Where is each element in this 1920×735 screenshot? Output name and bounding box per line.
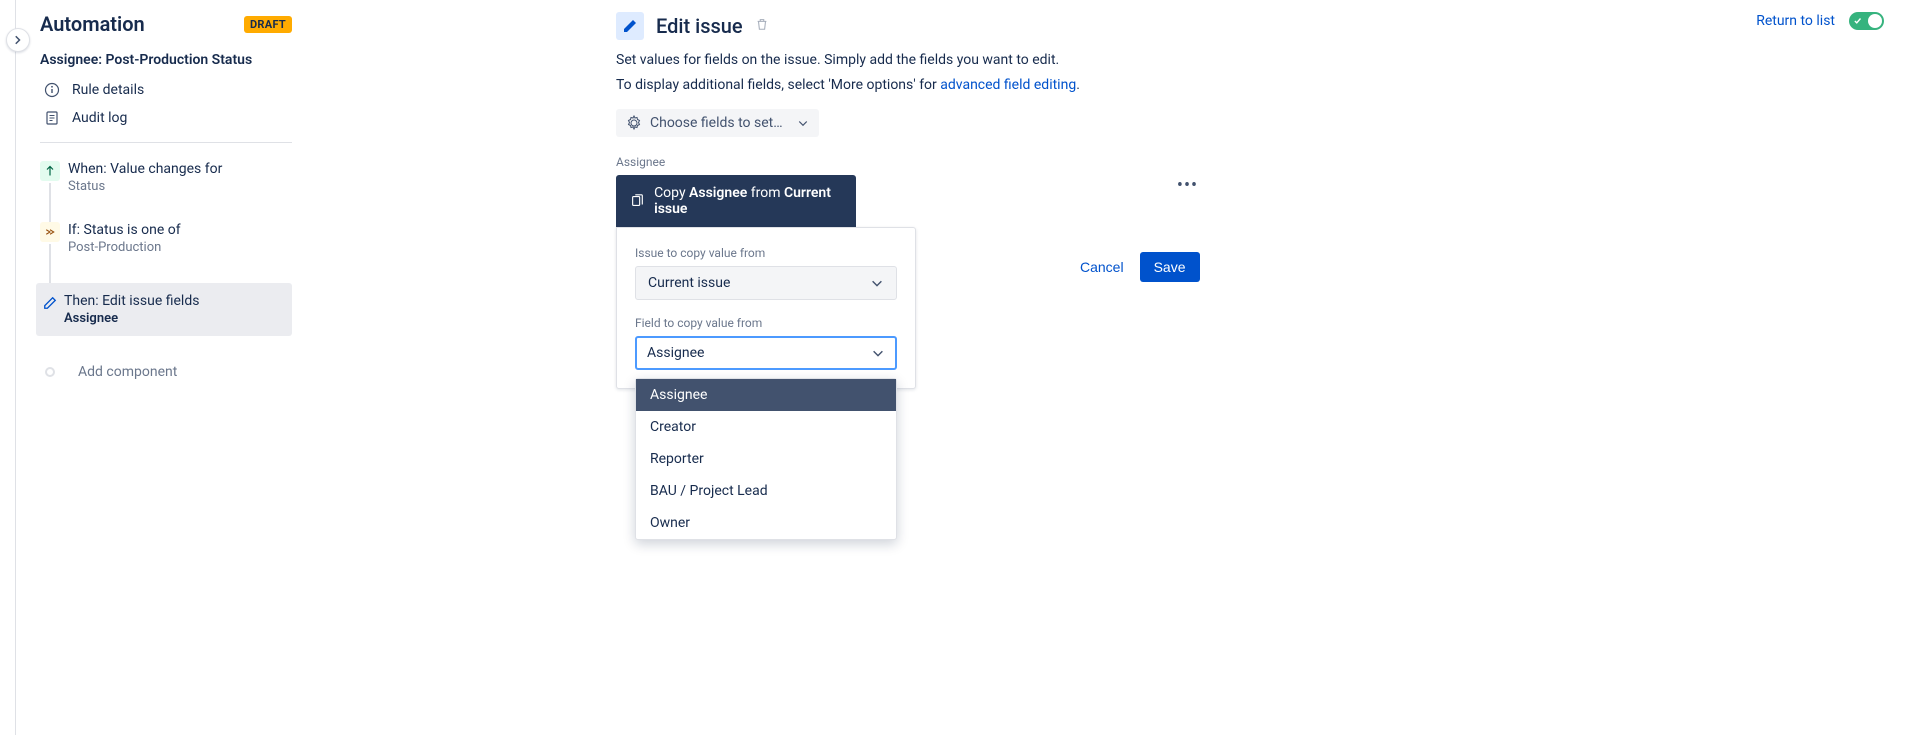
step-label: When: Value changes for (68, 161, 292, 177)
copy-config-card: Issue to copy value from Current issue F… (616, 227, 916, 389)
gear-icon (626, 115, 642, 131)
more-actions-button[interactable]: ••• (1176, 175, 1200, 196)
rule-details-label: Rule details (72, 82, 144, 98)
edit-icon (40, 293, 60, 313)
issue-from-value: Current issue (648, 275, 730, 291)
advanced-field-editing-link[interactable]: advanced field editing (940, 77, 1076, 93)
page-title: Automation (40, 12, 145, 36)
copy-icon (630, 193, 644, 209)
dropdown-option-bau-lead[interactable]: BAU / Project Lead (636, 475, 896, 507)
field-label-assignee: Assignee (616, 155, 1176, 169)
step-label: If: Status is one of (68, 222, 292, 238)
panel-description-2: To display additional fields, select 'Mo… (616, 77, 1176, 93)
chevron-down-icon (871, 346, 885, 360)
check-icon (1853, 16, 1863, 26)
save-button[interactable]: Save (1140, 252, 1200, 282)
rule-name: Assignee: Post-Production Status (40, 52, 292, 68)
add-component-label: Add component (78, 364, 177, 380)
step-sublabel: Status (68, 179, 292, 194)
dropdown-option-reporter[interactable]: Reporter (636, 443, 896, 475)
delete-action-button[interactable] (755, 17, 769, 35)
add-icon (45, 367, 55, 377)
panel-description: Set values for fields on the issue. Simp… (616, 50, 1176, 71)
chevron-down-icon (870, 276, 884, 290)
dropdown-option-assignee[interactable]: Assignee (636, 379, 896, 411)
audit-log-link[interactable]: Audit log (40, 104, 292, 132)
copy-bar-text: Copy Assignee from Current issue (654, 185, 842, 217)
expand-sidebar-button[interactable] (6, 28, 30, 52)
field-from-label: Field to copy value from (635, 316, 897, 330)
choose-fields-label: Choose fields to set… (650, 115, 783, 131)
step-sublabel: Post-Production (68, 240, 292, 255)
info-icon (44, 82, 60, 98)
add-component-button[interactable]: Add component (40, 364, 292, 380)
log-icon (44, 110, 60, 126)
main-content: Return to list Edit issue Set values for… (316, 0, 1920, 735)
rule-step-if[interactable]: If: Status is one of Post-Production (40, 222, 292, 255)
audit-log-label: Audit log (72, 110, 127, 126)
chevron-down-icon (797, 117, 809, 129)
issue-from-select[interactable]: Current issue (635, 266, 897, 300)
field-from-combobox[interactable] (635, 336, 897, 370)
dropdown-option-owner[interactable]: Owner (636, 507, 896, 539)
choose-fields-dropdown[interactable]: Choose fields to set… (616, 109, 819, 137)
cancel-button[interactable]: Cancel (1076, 253, 1128, 281)
rule-enabled-toggle[interactable] (1849, 12, 1884, 30)
collapse-rail (0, 0, 16, 735)
dropdown-option-creator[interactable]: Creator (636, 411, 896, 443)
rule-details-link[interactable]: Rule details (40, 76, 292, 104)
divider (40, 142, 292, 143)
condition-icon (40, 222, 60, 242)
draft-badge: DRAFT (244, 16, 292, 33)
trash-icon (755, 17, 769, 31)
edit-icon (616, 12, 644, 40)
chevron-right-icon (12, 34, 24, 46)
sidebar: Automation DRAFT Assignee: Post-Producti… (16, 0, 316, 735)
rule-step-then-selected[interactable]: Then: Edit issue fields Assignee (36, 283, 292, 336)
field-from-dropdown: Assignee Creator Reporter BAU / Project … (635, 378, 897, 540)
field-from-input[interactable] (647, 345, 871, 361)
panel-title: Edit issue (656, 14, 743, 38)
copy-field-bar[interactable]: Copy Assignee from Current issue (616, 175, 856, 227)
step-sublabel: Assignee (64, 311, 284, 326)
return-to-list-link[interactable]: Return to list (1756, 13, 1835, 29)
trigger-icon (40, 161, 60, 181)
step-label: Then: Edit issue fields (64, 293, 284, 309)
issue-from-label: Issue to copy value from (635, 246, 897, 260)
rule-step-when[interactable]: When: Value changes for Status (40, 161, 292, 194)
